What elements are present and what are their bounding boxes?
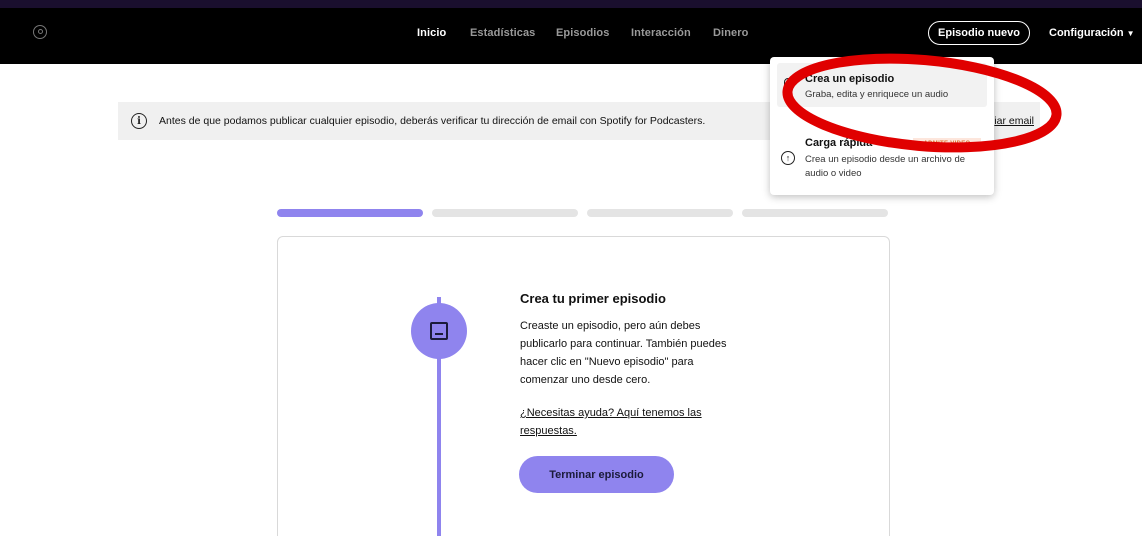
red-annotation-circle xyxy=(782,53,1062,153)
app-window: Inicio Estadísticas Episodios Interacció… xyxy=(0,0,1142,536)
